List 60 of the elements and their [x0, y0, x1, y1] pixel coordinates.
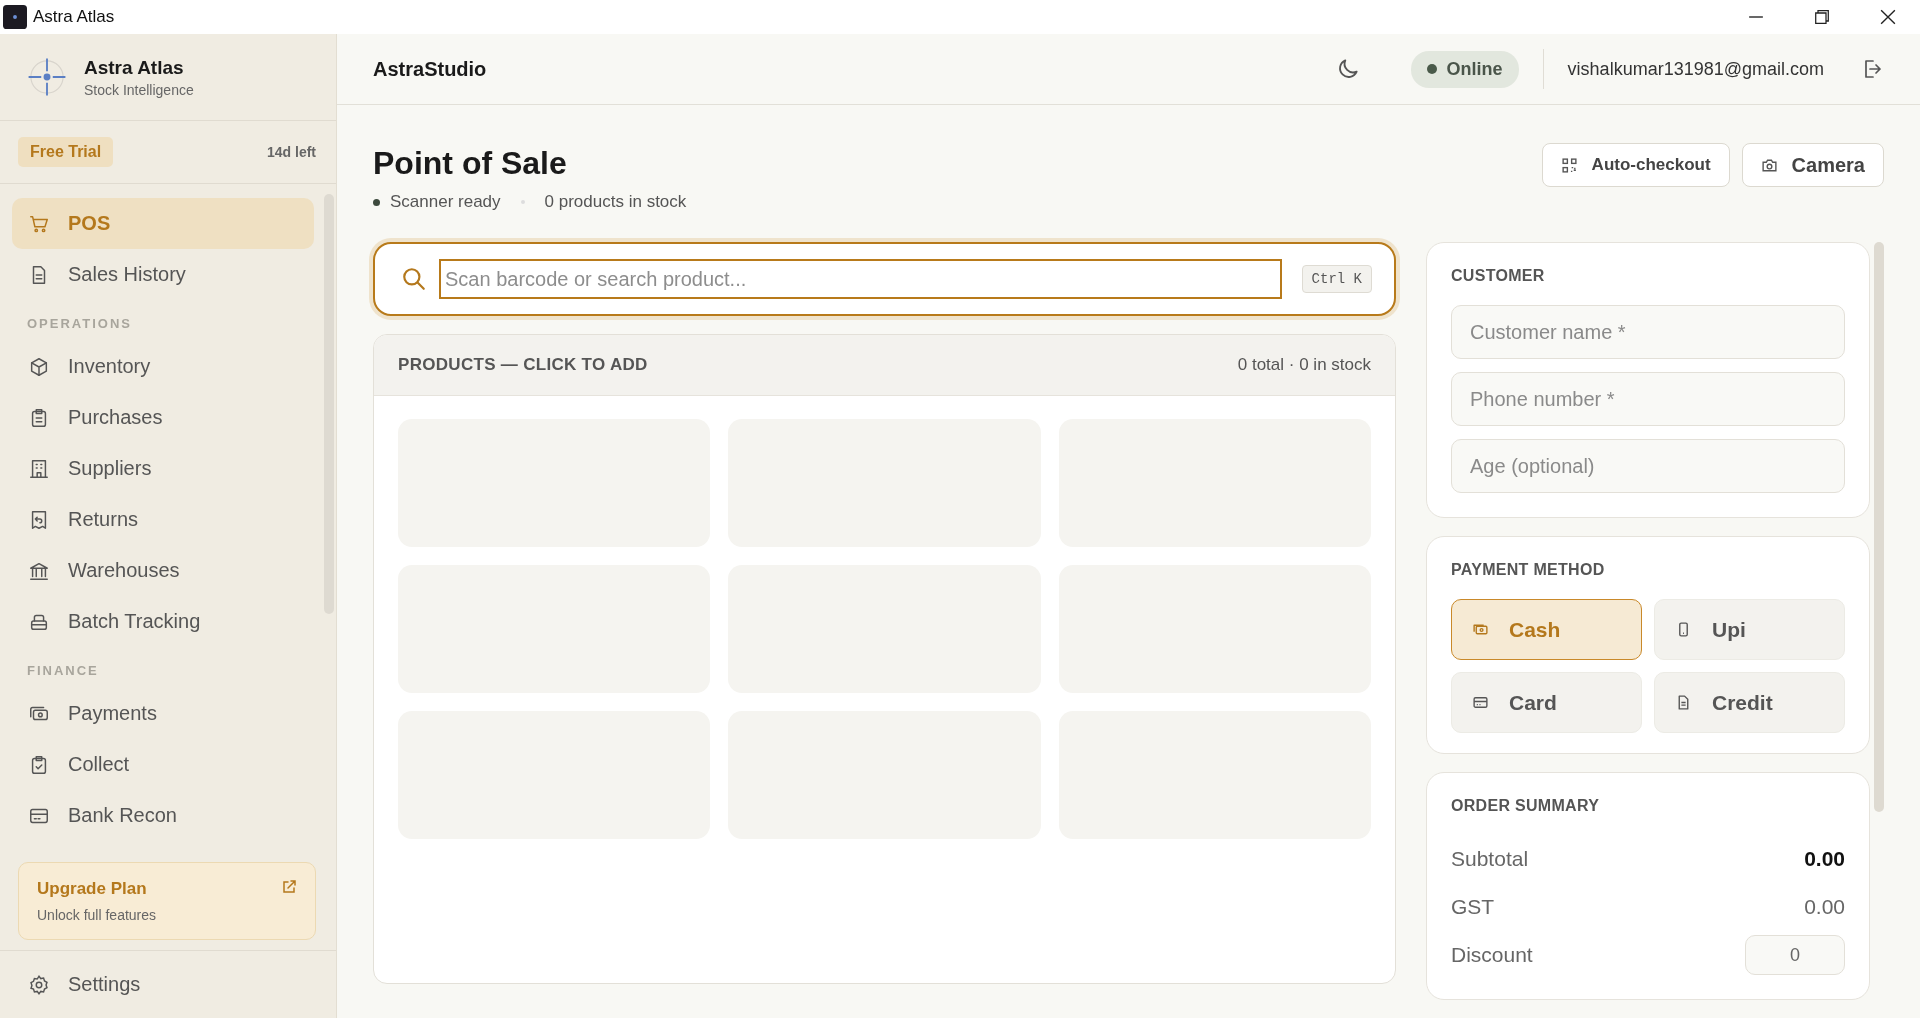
payment-option[interactable]: Upi — [1654, 599, 1845, 660]
user-email: vishalkumar131981@gmail.com — [1567, 58, 1824, 80]
payment-option[interactable]: Credit — [1654, 672, 1845, 733]
upgrade-card[interactable]: Upgrade Plan Unlock full features — [18, 862, 316, 940]
settings-link[interactable]: Settings — [12, 959, 326, 1010]
status-text: Online — [1446, 58, 1503, 80]
scrollbar-thumb[interactable] — [1874, 242, 1884, 812]
auto-checkout-button[interactable]: Auto-checkout — [1541, 143, 1730, 187]
app-name: AstraStudio — [373, 57, 487, 81]
products-count: 0 total · 0 in stock — [1237, 355, 1371, 375]
discount-field[interactable]: 0 — [1745, 935, 1845, 975]
stock-count: 0 products in stock — [544, 192, 687, 212]
upgrade-title: Upgrade Plan — [37, 879, 148, 899]
building-icon — [28, 457, 50, 480]
external-link-icon — [281, 879, 297, 895]
summary-label: Subtotal — [1451, 847, 1529, 871]
summary-label: GST — [1451, 895, 1495, 919]
app-icon — [3, 5, 27, 29]
summary-value: 0.00 — [1804, 847, 1845, 871]
summary-value: 0.00 — [1804, 895, 1845, 919]
card-heading: CUSTOMER — [1451, 267, 1546, 285]
card-heading: ORDER SUMMARY — [1451, 797, 1601, 815]
scanner-status: Scanner ready — [390, 192, 501, 212]
summary-label: Discount — [1451, 943, 1533, 967]
scanner-dot — [373, 198, 380, 206]
input-field[interactable]: Customer name * — [1451, 305, 1845, 359]
upgrade-subtitle: Unlock full features — [37, 907, 157, 923]
nav-item[interactable]: Sales History — [12, 249, 314, 300]
card-heading: PAYMENT METHOD — [1451, 561, 1606, 579]
nav-item[interactable]: Bank Recon — [12, 790, 314, 841]
nav-item[interactable]: Purchases — [12, 392, 314, 443]
camera-button[interactable]: Camera — [1741, 143, 1884, 187]
card-icon — [1472, 694, 1489, 711]
nav-section-heading: OPERATIONS — [26, 315, 133, 333]
settings-icon — [28, 973, 50, 996]
nav-item[interactable]: Suppliers — [12, 443, 314, 494]
products-heading: PRODUCTS — CLICK TO ADD — [398, 355, 648, 375]
nav-item[interactable]: Payments — [12, 688, 314, 739]
nav-item[interactable]: Returns — [12, 494, 314, 545]
shortcut-hint: Ctrl K — [1301, 265, 1372, 293]
search-icon — [401, 266, 427, 292]
restore-icon[interactable] — [1814, 9, 1830, 25]
qr-code-icon — [1560, 156, 1578, 174]
trial-remaining: 14d left — [267, 144, 316, 160]
input-field[interactable]: Phone number * — [1451, 372, 1845, 426]
trial-badge: Free Trial — [18, 137, 114, 167]
input-field[interactable]: Age (optional) — [1451, 439, 1845, 493]
payment-option[interactable]: Card — [1451, 672, 1642, 733]
close-icon[interactable] — [1880, 9, 1896, 25]
brand-name: Astra Atlas — [84, 56, 185, 79]
cube-icon — [28, 355, 50, 378]
nav-item[interactable]: Collect — [12, 739, 314, 790]
brand-tagline: Stock Intelligence — [84, 81, 194, 98]
nav-item[interactable]: Inventory — [12, 341, 314, 392]
window-title: Astra Atlas — [33, 7, 115, 27]
page-title: Point of Sale — [373, 145, 568, 182]
nav-section-heading: FINANCE — [26, 662, 100, 680]
nav-item[interactable]: Batch Tracking — [12, 596, 314, 647]
camera-icon — [1760, 156, 1778, 174]
nav-item[interactable]: Warehouses — [12, 545, 314, 596]
